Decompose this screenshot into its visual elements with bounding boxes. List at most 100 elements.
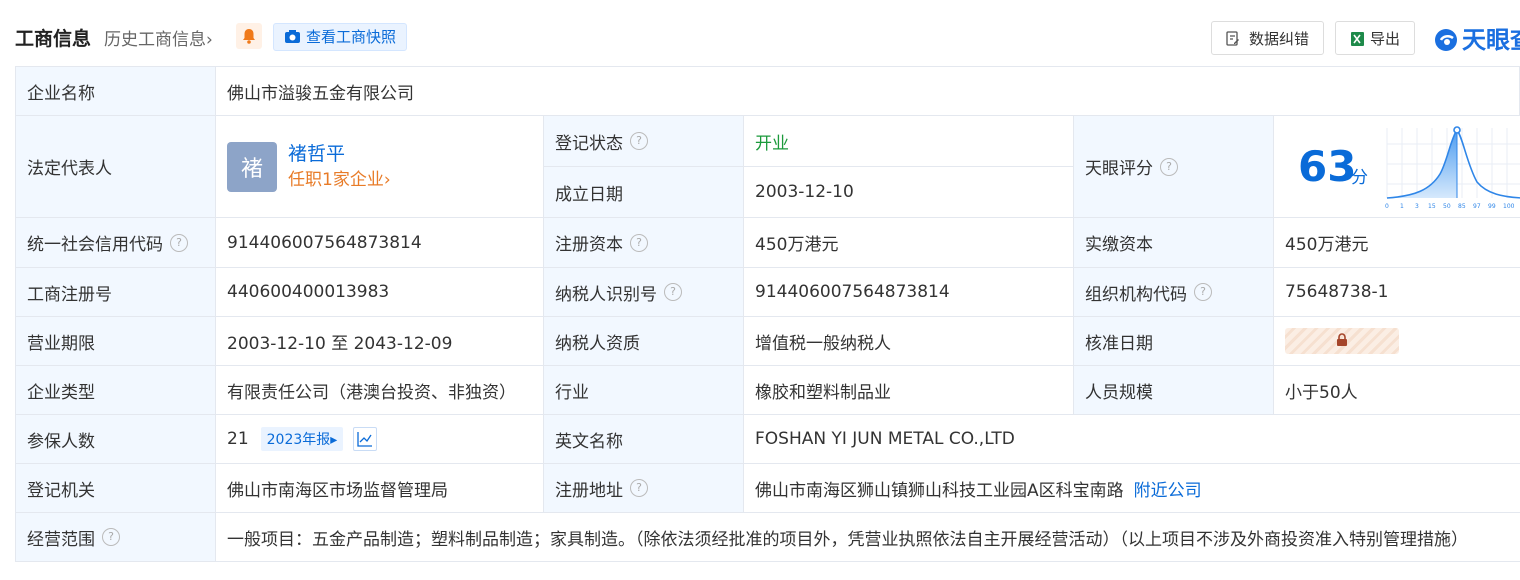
help-icon[interactable]: ?: [102, 528, 120, 546]
label-english-name: 英文名称: [544, 415, 744, 464]
label-company-name: 企业名称: [15, 66, 216, 116]
help-icon[interactable]: ?: [630, 132, 648, 150]
locked-value[interactable]: [1285, 328, 1399, 354]
data-correction-label: 数据纠错: [1249, 30, 1310, 48]
label-text: 天眼评分: [1085, 159, 1153, 179]
credit-code-text: 914406007564873814: [227, 232, 422, 253]
help-icon[interactable]: ?: [630, 479, 648, 497]
help-icon[interactable]: ?: [630, 233, 648, 252]
axis-tick: 85: [1458, 203, 1466, 210]
history-link[interactable]: 历史工商信息›: [104, 25, 213, 50]
label-legal-rep: 法定代表人: [15, 116, 216, 218]
term-text: 2003-12-10 至 2043-12-09: [227, 333, 453, 354]
help-icon[interactable]: ?: [170, 233, 188, 252]
axis-tick: 3: [1415, 203, 1419, 210]
reg-address-text: 佛山市南海区狮山镇狮山科技工业园A区科宝南路: [755, 480, 1124, 501]
label-text: 法定代表人: [27, 159, 112, 179]
label-insured: 参保人数: [15, 415, 216, 464]
value-paid-capital: 450万港元: [1274, 218, 1520, 268]
label-credit-code: 统一社会信用代码?: [15, 218, 216, 268]
label-industry: 行业: [544, 366, 744, 415]
label-text: 登记状态: [555, 133, 623, 154]
bell-button[interactable]: [236, 23, 262, 49]
nearby-companies-link[interactable]: 附近公司: [1134, 476, 1202, 501]
export-button[interactable]: 导出: [1335, 21, 1415, 55]
snapshot-button[interactable]: 查看工商快照: [273, 23, 408, 51]
bell-icon: [243, 29, 255, 44]
founded-text: 2003-12-10: [755, 182, 854, 202]
legal-rep-info: 褚哲平 任职1家企业›: [288, 141, 391, 193]
legal-rep-posts-link[interactable]: 任职1家企业›: [288, 167, 391, 193]
axis-tick: 1: [1400, 203, 1404, 210]
logo-text: 天眼查: [1462, 26, 1520, 54]
value-credit-code: 914406007564873814: [216, 218, 544, 268]
camera-icon: [285, 30, 300, 43]
label-text: 英文名称: [555, 431, 623, 452]
label-staff-size: 人员规模: [1074, 366, 1274, 415]
history-link-label: 历史工商信息: [104, 30, 206, 50]
axis-tick: 50: [1443, 203, 1451, 210]
value-tax-quality: 增值税一般纳税人: [744, 317, 1074, 366]
chevron-right-icon: ›: [383, 169, 391, 190]
trend-chart-icon: [357, 432, 373, 447]
label-reg-authority: 登记机关: [15, 464, 216, 513]
reg-status-text: 开业: [755, 134, 789, 154]
company-name-text: 佛山市溢骏五金有限公司: [227, 83, 414, 104]
value-industry: 橡胶和塑料制品业: [744, 366, 1074, 415]
value-company-type: 有限责任公司（港澳台投资、非独资）: [216, 366, 544, 415]
logo-icon: [1435, 29, 1457, 51]
label-text: 人员规模: [1085, 382, 1153, 403]
data-correction-button[interactable]: 数据纠错: [1211, 21, 1324, 55]
value-tianyan-score[interactable]: 63 分 0 1 3 15 50 85 97 99 100: [1274, 116, 1520, 218]
snapshot-label: 查看工商快照: [306, 28, 397, 46]
value-reg-capital: 450万港元: [744, 218, 1074, 268]
chevron-right-icon: ›: [206, 30, 213, 50]
english-name-text: FOSHAN YI JUN METAL CO.,LTD: [755, 429, 1015, 449]
label-org-code: 组织机构代码?: [1074, 268, 1274, 317]
export-label: 导出: [1370, 30, 1401, 48]
reg-authority-text: 佛山市南海区市场监督管理局: [227, 480, 448, 501]
label-text: 纳税人资质: [555, 333, 640, 354]
value-org-code: 75648738-1: [1274, 268, 1520, 317]
label-text: 注册地址: [555, 480, 623, 501]
label-text: 企业名称: [27, 83, 95, 104]
reg-capital-text: 450万港元: [755, 235, 839, 255]
legal-rep-name-link[interactable]: 褚哲平: [288, 141, 391, 167]
value-reg-number: 440600400013983: [216, 268, 544, 317]
label-text: 经营范围: [27, 529, 95, 550]
legal-rep-posts-text: 任职1家企业: [288, 169, 384, 190]
value-staff-size: 小于50人: [1274, 366, 1520, 415]
lock-icon: [1337, 333, 1347, 346]
avatar[interactable]: 褚: [227, 141, 277, 192]
tax-quality-text: 增值税一般纳税人: [755, 333, 891, 354]
edit-doc-icon: [1226, 31, 1239, 46]
axis-tick: 15: [1428, 203, 1436, 210]
label-text: 成立日期: [555, 184, 623, 205]
annual-report-tag[interactable]: 2023年报▸: [260, 427, 344, 451]
score-number: 63: [1298, 142, 1357, 191]
label-text: 工商注册号: [27, 284, 112, 305]
taxpayer-id-text: 914406007564873814: [755, 282, 950, 302]
label-text: 纳税人识别号: [555, 284, 657, 305]
label-text: 行业: [555, 382, 589, 403]
label-text: 组织机构代码: [1085, 284, 1187, 305]
tianyancha-logo: 天眼查: [1434, 20, 1520, 55]
score-unit: 分: [1351, 168, 1368, 188]
label-founded: 成立日期: [544, 167, 744, 218]
help-icon[interactable]: ?: [1194, 283, 1212, 301]
section-title: 工商信息: [15, 28, 92, 50]
value-english-name: FOSHAN YI JUN METAL CO.,LTD: [744, 415, 1520, 464]
axis-tick: 0: [1385, 203, 1389, 210]
value-reg-address: 佛山市南海区狮山镇狮山科技工业园A区科宝南路 附近公司: [744, 464, 1520, 513]
label-company-type: 企业类型: [15, 366, 216, 415]
axis-tick: 100: [1503, 203, 1515, 210]
help-icon[interactable]: ?: [1160, 157, 1178, 176]
help-icon[interactable]: ?: [664, 283, 682, 301]
trend-button[interactable]: [353, 427, 378, 451]
excel-icon: [1351, 32, 1364, 46]
label-reg-status: 登记状态?: [544, 116, 744, 167]
label-text: 登记机关: [27, 480, 95, 501]
company-type-text: 有限责任公司（港澳台投资、非独资）: [227, 382, 516, 403]
reg-number-text: 440600400013983: [227, 282, 390, 302]
org-code-text: 75648738-1: [1285, 282, 1389, 302]
